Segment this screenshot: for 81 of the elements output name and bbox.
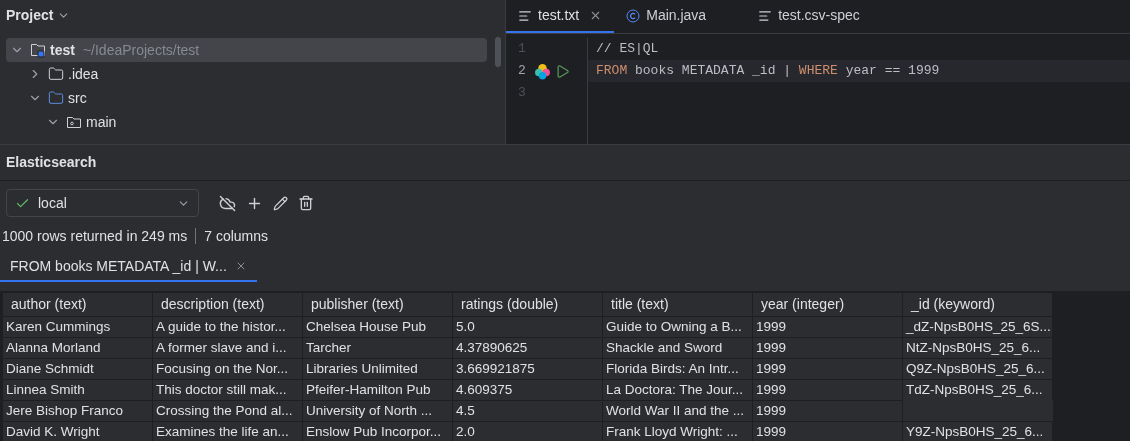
column-header[interactable]: publisher (text) [303,293,453,316]
column-header[interactable]: ratings (double) [453,293,603,316]
table-cell: Linnea Smith [3,379,153,400]
table-cell: Focusing on the Nor... [153,358,303,379]
table-cell: Alanna Morland [3,337,153,358]
tree-item-label: .idea [68,64,99,84]
column-header[interactable]: _id (keyword) [903,293,1053,316]
column-header[interactable]: title (text) [603,293,753,316]
table-cell: 1999 [753,316,903,337]
line-number: 2 [518,62,527,81]
table-cell: Frank Lloyd Wright: ... [603,421,753,441]
run-icon[interactable] [555,63,570,79]
status-text: 1000 rows returned in 249 ms [1,226,188,246]
table-cell: TdZ-NpsB0HS_25_6... [903,379,1053,400]
class-icon [626,8,641,23]
elasticsearch-logo-icon[interactable] [534,62,551,80]
tree-item-label: main [86,112,117,132]
disconnect-icon[interactable] [219,194,236,212]
status-text: 7 columns [204,226,269,246]
table-cell: Jere Bishop Franco [3,400,153,421]
table-cell: Florida Birds: An Intr... [603,358,753,379]
table-cell: David K. Wright [3,421,153,441]
scrollbar-thumb[interactable] [495,37,501,67]
table-cell: Pfeifer-Hamilton Pub [303,379,453,400]
tree-item[interactable]: .idea [6,62,487,86]
table-cell: Libraries Unlimited [303,358,453,379]
table-cell: This doctor still mak... [153,379,303,400]
table-cell: Crossing the Pond al... [153,400,303,421]
tree-item[interactable]: main [6,110,487,134]
table-cell: Y9Z-NpsB0HS_25_6... [903,421,1053,441]
table-cell: 4.609375 [453,379,603,400]
result-tab[interactable]: FROM books METADATA _id | W... [0,252,257,282]
table-cell: Tarcher [303,337,453,358]
column-header[interactable]: author (text) [3,293,153,316]
editor-tab[interactable]: test.csv-spec [746,0,872,33]
panel-title[interactable]: Project [6,4,54,26]
tree-item[interactable]: test ~/IdeaProjects/test [6,38,487,62]
table-cell: _dZ-NpsB0HS_25_6S... [903,316,1053,337]
module-folder-icon [30,42,46,58]
table-cell: 1999 [753,379,903,400]
table-cell: A guide to the histor... [153,316,303,337]
table-cell: 4.5 [453,400,603,421]
table-cell: Enslow Pub Incorpor... [303,421,453,441]
panel-title: Elasticsearch [6,153,97,172]
editor-tab[interactable]: Main.java [614,0,747,33]
tree-item[interactable]: src [6,86,487,110]
tree-item-label: src [68,88,87,108]
table-cell: University of North ... [303,400,453,421]
code-line: // ES|QL [595,40,660,59]
table-cell: 1999 [753,400,903,421]
table-cell: NtZ-NpsB0HS_25_6... [903,337,1053,358]
text-file-icon [758,8,773,23]
table-cell: Shackle and Sword [603,337,753,358]
editor-tab[interactable]: test.txt [506,0,615,33]
table-cell: 1999 [753,337,903,358]
table-cell: Chelsea House Pub [303,316,453,337]
table-cell: La Doctora: The Jour... [603,379,753,400]
table-cell: 3.669921875 [453,358,603,379]
folder-icon [48,90,64,106]
table-cell: World War II and the ... [603,400,753,421]
table-cell: 5.0 [453,316,603,337]
table-cell: Q9Z-NpsB0HS_25_6... [903,358,1053,379]
tree-item-label: test [50,40,75,60]
column-header[interactable]: year (integer) [753,293,903,316]
table-cell: Diane Schmidt [3,358,153,379]
column-header[interactable]: description (text) [153,293,303,316]
text-file-icon [518,8,532,23]
table-cell: Examines the life an... [153,421,303,441]
connection-dropdown[interactable]: local [6,189,199,217]
project-path: ~/IdeaProjects/test [82,40,200,60]
delete-icon[interactable] [298,195,314,211]
table-cell: Guide to Owning a B... [603,316,753,337]
folder-icon [48,66,64,82]
table-cell: 2.0 [453,421,603,441]
table-cell: 1999 [753,358,903,379]
package-folder-icon [66,114,82,130]
edit-icon[interactable] [273,195,288,211]
table-cell: A former slave and i... [153,337,303,358]
table-cell: 1999 [753,421,903,441]
table-cell: Karen Cummings [3,316,153,337]
table-cell: 4.37890625 [453,337,603,358]
